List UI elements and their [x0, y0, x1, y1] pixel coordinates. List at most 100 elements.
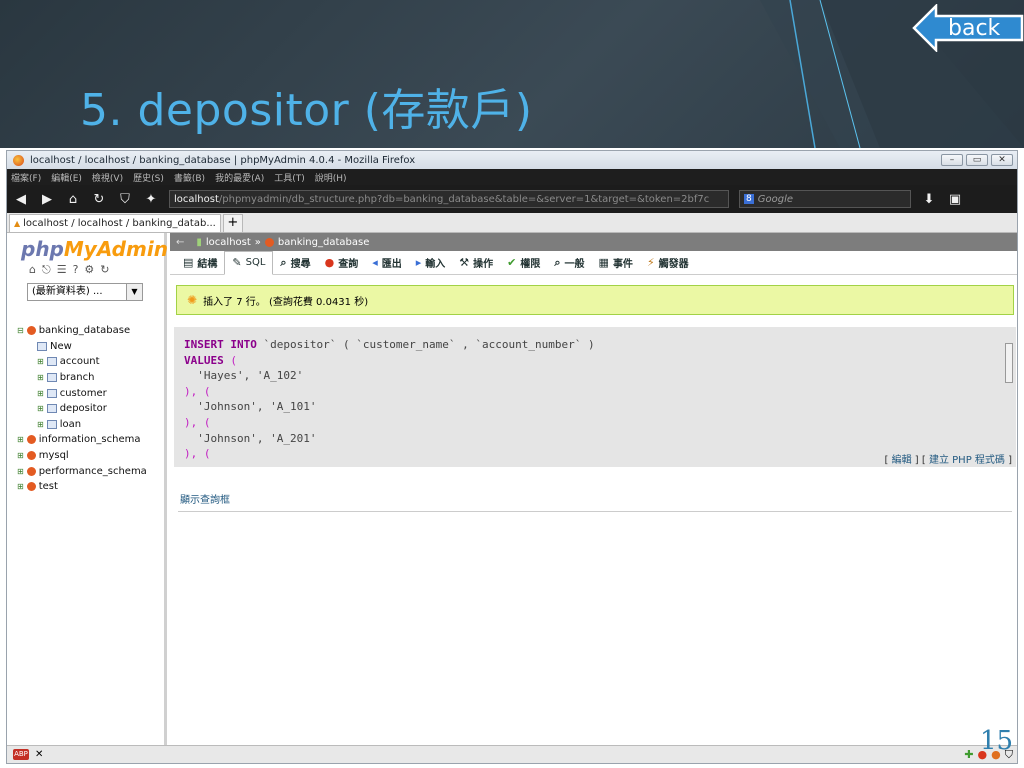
- screen-icon[interactable]: ▣: [947, 192, 963, 207]
- expander-icon: ⊞: [17, 482, 24, 492]
- tree-item-new[interactable]: New: [17, 339, 147, 355]
- menu-help[interactable]: 說明(H): [315, 171, 347, 184]
- tab-export[interactable]: ◂ 匯出: [365, 251, 409, 275]
- sql-separator: ), (: [184, 415, 211, 429]
- back-button[interactable]: back: [912, 2, 1024, 54]
- tree-label: account: [59, 356, 100, 368]
- navigation-panel: phpMyAdmin ⌂ ⎋ ☰ ? ⚙ ↻ (最新資料表) ... ▼ ⊟ ba…: [7, 233, 168, 745]
- tree-item-table[interactable]: ⊞ customer: [17, 385, 147, 401]
- tree-item-db[interactable]: ⊞ information_schema: [17, 432, 147, 448]
- tab-structure[interactable]: ▤ 結構: [176, 251, 224, 275]
- tab-label: 搜尋: [290, 259, 311, 270]
- tab-query[interactable]: ● 查詢: [318, 251, 366, 275]
- addon-icon[interactable]: ✦: [143, 192, 159, 207]
- url-path: /phpmyadmin/db_structure.php?db=banking_…: [218, 193, 710, 205]
- tree-item-table[interactable]: ⊞ account: [17, 354, 147, 370]
- database-icon: [26, 326, 36, 336]
- breadcrumb-server[interactable]: localhost: [206, 237, 251, 248]
- tree-item-db[interactable]: ⊞ mysql: [17, 448, 147, 464]
- tab-strip: ▲ localhost / localhost / banking_datab.…: [7, 213, 1017, 233]
- scroll-thumb[interactable]: [1005, 343, 1013, 383]
- tab-label: 觸發器: [658, 259, 689, 270]
- tree-item-table[interactable]: ⊞ loan: [17, 417, 147, 433]
- forward-arrow-icon[interactable]: ▶: [39, 192, 55, 207]
- sql-keyword: INSERT INTO: [184, 338, 257, 351]
- tab-sql[interactable]: ✎ SQL: [224, 250, 274, 275]
- tab-triggers[interactable]: ⚡ 觸發器: [640, 251, 696, 275]
- tree-label: loan: [59, 418, 82, 430]
- menu-view[interactable]: 檢視(V): [92, 171, 123, 184]
- main-panel: ← ▮ localhost » banking_database ▤ 結構 ✎ SQ…: [170, 233, 1017, 745]
- tree-item-db[interactable]: ⊟ banking_database: [17, 323, 147, 339]
- menu-tools[interactable]: 工具(T): [274, 171, 305, 184]
- tree-item-table[interactable]: ⊞ depositor: [17, 401, 147, 417]
- reload-icon[interactable]: ↻: [100, 263, 109, 277]
- success-message: ✺ 插入了 7 行。 (查詢花費 0.0431 秒): [176, 285, 1014, 315]
- success-text: 插入了 7 行。 (查詢花費 0.0431 秒): [203, 296, 369, 308]
- search-input[interactable]: 8 Google: [739, 190, 911, 208]
- back-arrow-icon[interactable]: ◀: [13, 192, 29, 207]
- close-addon-bar-icon[interactable]: ✕: [35, 749, 43, 760]
- home-icon[interactable]: ⌂: [65, 192, 81, 207]
- server-icon: ▮: [196, 236, 202, 248]
- sql-scrollbar[interactable]: [1005, 329, 1014, 451]
- new-tab-button[interactable]: +: [222, 214, 243, 232]
- tree-label: mysql: [38, 450, 69, 462]
- create-php-link[interactable]: 建立 PHP 程式碼: [929, 455, 1005, 466]
- menu-favorites[interactable]: 我的最愛(A): [215, 171, 264, 184]
- tab-label: 事件: [612, 259, 633, 270]
- docs-icon[interactable]: ☰: [57, 263, 67, 277]
- menu-bookmarks[interactable]: 書籤(B): [174, 171, 205, 184]
- expander-icon: ⊞: [17, 451, 24, 461]
- url-bar[interactable]: localhost/phpmyadmin/db_structure.php?db…: [169, 190, 729, 208]
- show-query-box-link[interactable]: 顯示查詢框: [180, 491, 230, 506]
- home-icon[interactable]: ⌂: [29, 263, 36, 277]
- menu-history[interactable]: 歷史(S): [133, 171, 164, 184]
- tab-routines[interactable]: ⌕ 一般: [547, 251, 591, 275]
- window-titlebar: localhost / localhost / banking_database…: [7, 151, 1017, 169]
- breadcrumb-database[interactable]: banking_database: [278, 237, 369, 248]
- tab-label: SQL: [245, 257, 266, 268]
- tree-item-db[interactable]: ⊞ performance_schema: [17, 463, 147, 479]
- menu-file[interactable]: 檔案(F): [11, 171, 41, 184]
- tab-import[interactable]: ▸ 輸入: [409, 251, 453, 275]
- tree-item-db[interactable]: ⊞ test: [17, 479, 147, 495]
- download-icon[interactable]: ⬇: [921, 192, 937, 207]
- maximize-button[interactable]: ▭: [966, 154, 988, 166]
- collapse-arrow-icon[interactable]: ←: [176, 237, 184, 248]
- menu-edit[interactable]: 編輯(E): [51, 171, 82, 184]
- table-icon: [46, 404, 57, 414]
- close-window-button[interactable]: ✕: [991, 154, 1013, 166]
- search-placeholder: Google: [757, 193, 793, 205]
- query-icon: ●: [324, 256, 335, 269]
- table-icon: [46, 357, 57, 367]
- tab-label: 一般: [564, 259, 585, 270]
- tab-label: 操作: [473, 259, 494, 270]
- sql-text: `depositor` ( `customer_name` , `account…: [256, 338, 595, 351]
- tree-label: test: [38, 481, 58, 493]
- table-icon: [46, 388, 57, 398]
- help-icon[interactable]: ?: [73, 263, 79, 277]
- minimize-button[interactable]: –: [941, 154, 963, 166]
- pma-logo[interactable]: phpMyAdmin: [21, 237, 168, 261]
- adblock-icon[interactable]: ABP: [13, 749, 29, 760]
- recent-tables-select[interactable]: (最新資料表) ... ▼: [27, 283, 143, 301]
- tab-events[interactable]: ▦ 事件: [592, 251, 640, 275]
- expander-icon: ⊞: [37, 373, 44, 383]
- tab-label: 匯出: [381, 259, 402, 270]
- reload-icon[interactable]: ↻: [91, 192, 107, 207]
- settings-icon[interactable]: ⚙: [84, 263, 94, 277]
- browser-tab[interactable]: ▲ localhost / localhost / banking_datab.…: [9, 214, 221, 232]
- tab-privileges[interactable]: ✔ 權限: [500, 251, 547, 275]
- tab-operations[interactable]: ⚒ 操作: [452, 251, 500, 275]
- database-icon: [26, 466, 36, 476]
- tab-search[interactable]: ⌕ 搜尋: [273, 251, 317, 275]
- shield-icon[interactable]: ⛉: [117, 192, 133, 207]
- tab-label: 查詢: [338, 259, 359, 270]
- tree-item-table[interactable]: ⊞ branch: [17, 370, 147, 386]
- operations-icon: ⚒: [459, 256, 470, 269]
- edit-link[interactable]: 編輯: [892, 455, 912, 466]
- sql-result-box: INSERT INTO `depositor` ( `customer_name…: [174, 327, 1016, 467]
- logout-icon[interactable]: ⎋: [42, 263, 51, 277]
- puzzle-icon[interactable]: ✚: [964, 748, 973, 762]
